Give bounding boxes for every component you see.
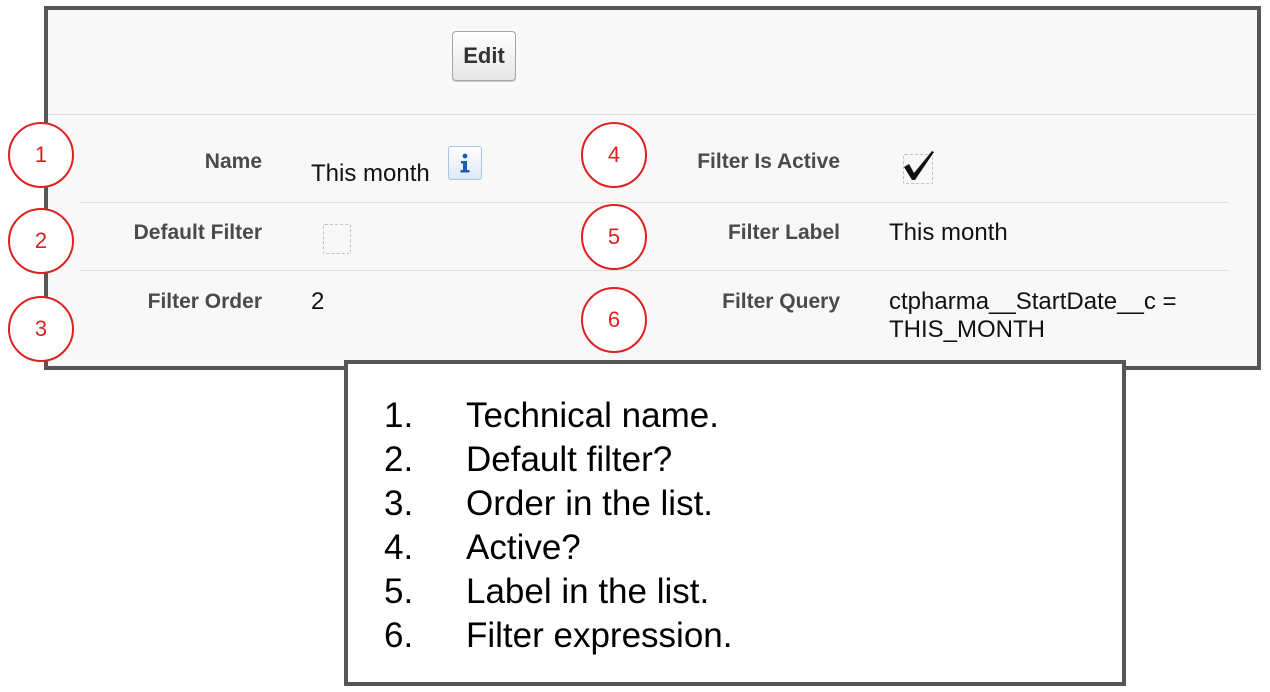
- legend-number: 1.: [384, 396, 414, 435]
- default-filter-checkbox: [323, 224, 351, 254]
- filter-query-value-line1: ctpharma__StartDate__c =: [889, 288, 1177, 315]
- legend-text: Technical name.: [466, 396, 719, 435]
- filter-query-label: Filter Query: [722, 290, 840, 313]
- legend-text: Label in the list.: [466, 572, 710, 611]
- callout-3: 3: [8, 296, 74, 362]
- callout-5: 5: [581, 204, 647, 270]
- filter-detail-panel: Edit Name This month Filter Is Active De…: [44, 6, 1261, 370]
- filter-label-value: This month: [889, 219, 1008, 246]
- info-glyph: [460, 153, 470, 173]
- legend-number: 2.: [384, 440, 414, 479]
- checkmark-icon: [904, 151, 934, 180]
- name-value: This month: [311, 160, 430, 187]
- default-filter-label: Default Filter: [133, 221, 262, 244]
- legend-box: 1. Technical name. 2. Default filter? 3.…: [344, 360, 1126, 686]
- legend-number: 5.: [384, 572, 414, 611]
- legend-text: Active?: [466, 528, 581, 567]
- legend-text: Default filter?: [466, 440, 673, 479]
- callout-1: 1: [8, 122, 74, 188]
- row-divider: [80, 202, 1229, 203]
- filter-label-label: Filter Label: [727, 221, 840, 244]
- callout-4: 4: [581, 122, 647, 188]
- filter-is-active-label: Filter Is Active: [697, 150, 840, 173]
- info-icon[interactable]: [448, 146, 482, 180]
- legend-number: 3.: [384, 484, 414, 523]
- name-label: Name: [204, 150, 262, 173]
- filter-is-active-checkbox: [903, 151, 934, 184]
- filter-order-value: 2: [311, 288, 325, 315]
- filter-order-label: Filter Order: [147, 290, 262, 313]
- edit-button[interactable]: Edit: [452, 31, 516, 81]
- legend-text: Order in the list.: [466, 484, 714, 523]
- callout-6: 6: [581, 287, 647, 353]
- legend-number: 6.: [384, 616, 414, 655]
- filter-query-value-line2: THIS_MONTH: [889, 316, 1045, 343]
- legend-number: 4.: [384, 528, 414, 567]
- button-bar: Edit: [48, 10, 1257, 115]
- callout-2: 2: [8, 208, 74, 274]
- legend-text: Filter expression.: [466, 616, 733, 655]
- row-divider: [80, 270, 1229, 271]
